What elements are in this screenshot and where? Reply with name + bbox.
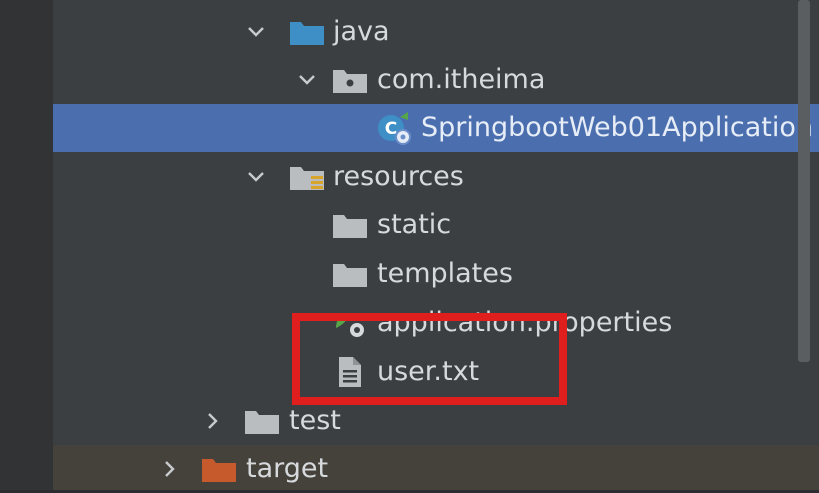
tree-gutter xyxy=(0,0,53,490)
text-file-icon xyxy=(336,356,364,388)
tree-item-label: SpringbootWeb01Application xyxy=(421,112,813,143)
chevron-right-icon[interactable] xyxy=(161,460,179,478)
folder-icon xyxy=(244,407,280,435)
tree-item-label: test xyxy=(289,405,341,436)
tree-item-target[interactable]: target xyxy=(53,445,819,490)
package-folder-icon xyxy=(332,66,368,94)
tree-item-test[interactable]: test xyxy=(53,397,819,445)
tree-item-static[interactable]: static xyxy=(53,201,819,249)
tree-item-user-txt[interactable]: user.txt xyxy=(53,348,819,396)
properties-file-icon xyxy=(332,306,370,340)
excluded-folder-icon xyxy=(201,455,237,483)
folder-icon xyxy=(332,211,368,239)
chevron-down-icon[interactable] xyxy=(247,168,265,186)
chevron-down-icon[interactable] xyxy=(247,23,265,41)
folder-icon xyxy=(332,260,368,288)
spring-boot-class-icon: C xyxy=(376,111,414,145)
tree-item-label: java xyxy=(333,16,390,47)
tree-item-templates[interactable]: templates xyxy=(53,250,819,298)
resources-folder-icon xyxy=(289,163,325,191)
chevron-right-icon[interactable] xyxy=(204,412,222,430)
tree-item-java[interactable]: java xyxy=(53,8,819,56)
tree-item-label: static xyxy=(377,209,452,240)
tree-item-package[interactable]: com.itheima xyxy=(53,56,819,104)
tree-item-label: resources xyxy=(333,161,464,192)
chevron-down-icon[interactable] xyxy=(298,71,316,89)
tree-item-app-class[interactable]: C SpringbootWeb01Application xyxy=(53,104,819,152)
vertical-scrollbar[interactable] xyxy=(798,0,810,362)
tree-item-label: com.itheima xyxy=(377,64,546,95)
tree-item-application-properties[interactable]: application.properties xyxy=(53,299,819,347)
tree-item-label: user.txt xyxy=(377,356,480,387)
tree-item-label: templates xyxy=(377,258,513,289)
source-folder-icon xyxy=(289,18,325,46)
tree-item-label: application.properties xyxy=(377,307,673,338)
project-tree-panel: java com.itheima C SpringbootWeb01Applic… xyxy=(0,0,819,490)
tree-item-resources[interactable]: resources xyxy=(53,153,819,201)
tree-item-label: target xyxy=(246,453,329,484)
